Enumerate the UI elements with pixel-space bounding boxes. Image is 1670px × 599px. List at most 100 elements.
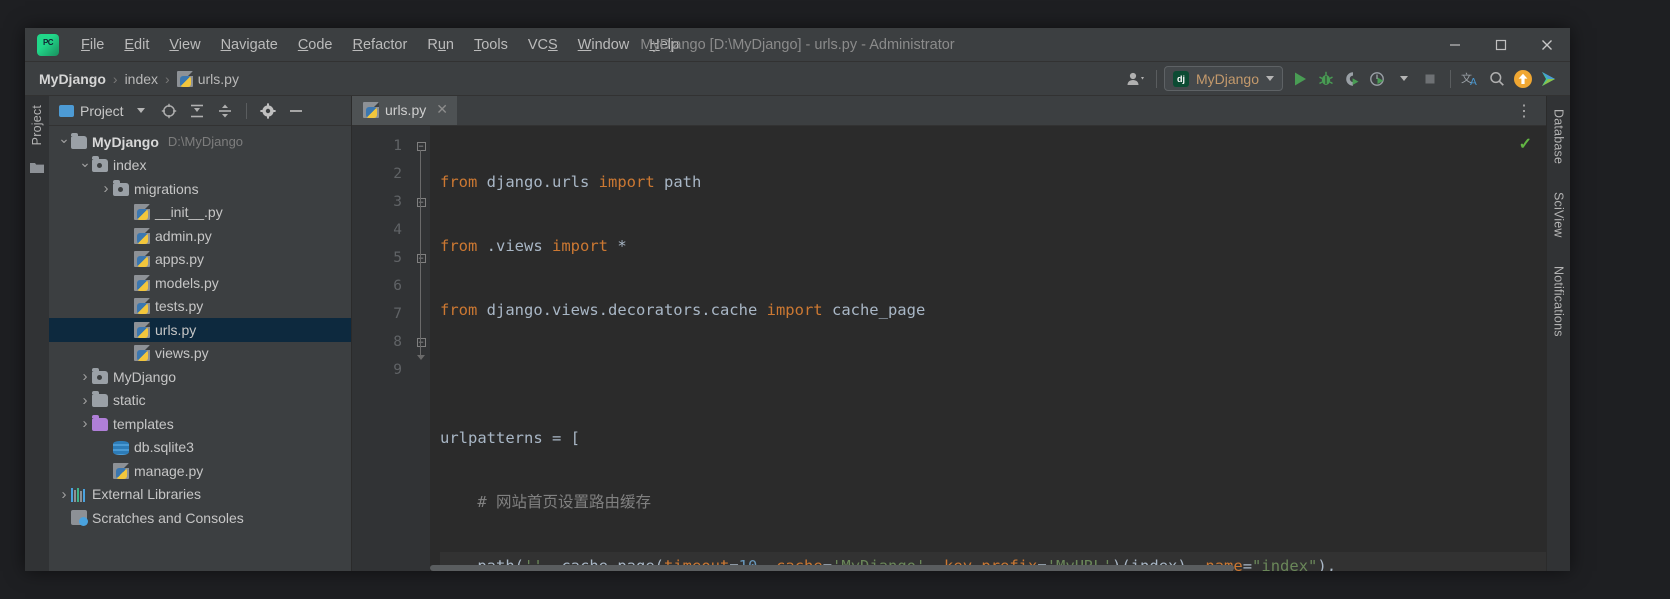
chevron-down-icon[interactable] [57,133,71,150]
line-number: 4 [393,222,402,238]
tool-window-button-sciview[interactable]: SciView [1552,189,1566,241]
scrollbar-thumb[interactable] [430,565,1234,571]
line-number: 1 [393,138,402,154]
tree-node-mydjango[interactable]: MyDjango [49,365,351,389]
tree-node-static[interactable]: static [49,389,351,413]
breadcrumb-file[interactable]: urls.py [176,70,239,87]
project-panel-title: Project [80,102,124,119]
tree-node-models-py[interactable]: models.py [49,271,351,295]
minimize-icon [289,109,302,112]
plugin-icon [1542,71,1555,86]
folder-icon [30,163,44,174]
pycharm-logo-icon [37,33,59,56]
menu-help[interactable]: Help [639,34,689,56]
target-icon [161,103,176,118]
tool-window-button-project[interactable]: Project [30,102,44,148]
hide-panel-button[interactable] [285,100,307,122]
code-editor[interactable]: 1 2 3 4 5 6 7 8 9 − − − − from django.urls impor… [352,126,1546,571]
tree-node-views-py[interactable]: views.py [49,342,351,366]
menu-code[interactable]: Code [288,34,343,56]
close-tab-icon[interactable]: ✕ [436,101,448,118]
tree-node-manage-py[interactable]: manage.py [49,459,351,483]
run-configuration-selector[interactable]: dj MyDjango [1163,66,1283,91]
project-tree[interactable]: MyDjango D:\MyDjango index migrations __init… [49,126,351,571]
menu-run[interactable]: Run [417,34,464,56]
menu-edit[interactable]: Edit [114,34,159,56]
tree-node-external-libraries[interactable]: External Libraries [49,483,351,507]
debug-bug-icon [1319,71,1333,85]
project-settings-button[interactable] [257,100,279,122]
tree-node-templates[interactable]: templates [49,412,351,436]
chevron-right-icon[interactable] [78,368,92,385]
tree-node-label: __init__.py [155,204,223,221]
horizontal-scrollbar[interactable] [430,565,1546,571]
update-button[interactable] [1510,66,1536,92]
chevron-right-icon[interactable] [57,486,71,503]
navigation-bar: MyDjango › index › urls.py dj MyDjango 文… [25,62,1570,96]
project-panel-header: Project [49,96,351,126]
tree-node-mydjango[interactable]: MyDjango D:\MyDjango [49,130,351,154]
tree-node-label: MyDjango [113,368,177,385]
fold-minus-icon: − [416,197,426,207]
stop-button[interactable] [1417,66,1443,92]
fold-marker-line-1[interactable]: − [412,132,430,160]
tree-node-tests-py[interactable]: tests.py [49,295,351,319]
tree-node-migrations[interactable]: migrations [49,177,351,201]
search-everywhere-button[interactable] [1484,66,1510,92]
project-view-dropdown[interactable] [130,100,152,122]
code-text[interactable]: from django.urls import path from .views… [430,126,1546,571]
fold-marker-line-5[interactable]: − [412,244,430,272]
tool-window-button-database[interactable]: Database [1552,106,1566,167]
chevron-right-icon[interactable] [99,180,113,197]
translate-button[interactable]: 文 A [1458,66,1484,92]
update-arrow-icon [1514,69,1532,88]
menu-window[interactable]: Window [568,34,640,56]
profile-dropdown-button[interactable] [1391,66,1417,92]
run-button[interactable] [1287,66,1313,92]
close-button[interactable] [1524,28,1570,61]
fold-marker-line-8[interactable]: − [412,328,430,356]
tree-node-index[interactable]: index [49,154,351,178]
menu-file[interactable]: File [71,34,114,56]
code-folding-column[interactable]: − − − − [412,126,430,571]
scroll-from-source-button[interactable] [158,100,180,122]
structure-folder-icon[interactable] [30,160,44,178]
menu-tools[interactable]: Tools [464,34,518,56]
menu-refactor[interactable]: Refactor [343,34,418,56]
tree-node-urls-py[interactable]: urls.py [49,318,351,342]
plugin-button[interactable] [1536,66,1562,92]
collapse-all-button[interactable] [214,100,236,122]
menu-navigate[interactable]: Navigate [211,34,288,56]
line-number: 7 [393,306,402,322]
toolbar-separator-2 [1450,69,1451,88]
run-with-coverage-button[interactable] [1339,66,1365,92]
account-button[interactable] [1123,66,1149,92]
chevron-right-icon[interactable] [78,415,92,432]
menu-vcs[interactable]: VCS [518,34,568,56]
window-controls [1432,28,1570,61]
tree-node-apps-py[interactable]: apps.py [49,248,351,272]
inspection-status-badge[interactable]: ✓ [1519,134,1532,154]
minimize-button[interactable] [1432,28,1478,61]
menu-view[interactable]: View [159,34,210,56]
tree-node-db-sqlite3[interactable]: db.sqlite3 [49,436,351,460]
editor-options-button[interactable]: ⋮ [1504,96,1546,125]
expand-all-button[interactable] [186,100,208,122]
profile-button[interactable] [1365,66,1391,92]
chevron-down-icon [136,108,145,113]
chevron-right-icon[interactable] [78,392,92,409]
breadcrumb-project[interactable]: MyDjango [39,71,106,87]
breadcrumb-app[interactable]: index [125,71,158,87]
breadcrumb-separator-2: › [165,70,170,87]
fold-marker-line-3[interactable]: − [412,188,430,216]
debug-button[interactable] [1313,66,1339,92]
maximize-button[interactable] [1478,28,1524,61]
tool-window-button-notifications[interactable]: Notifications [1552,263,1566,340]
pycharm-window: File Edit View Navigate Code Refactor Ru… [25,28,1570,571]
tree-node-scratches-and-consoles[interactable]: Scratches and Consoles [49,506,351,530]
tree-node-label: apps.py [155,251,205,268]
tree-node-admin-py[interactable]: admin.py [49,224,351,248]
chevron-down-icon[interactable] [78,157,92,174]
editor-tab-urls-py[interactable]: urls.py ✕ [352,96,457,125]
tree-node-init-py[interactable]: __init__.py [49,201,351,225]
